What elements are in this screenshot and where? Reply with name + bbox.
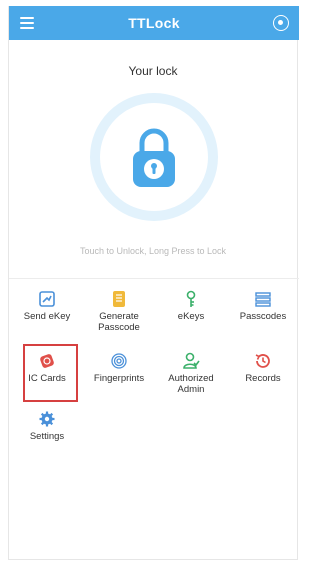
menu-settings[interactable]: Settings bbox=[11, 410, 83, 442]
menu-label: Authorized Admin bbox=[168, 373, 214, 395]
menu-label: Passcodes bbox=[239, 311, 287, 322]
menu-authorized-admin[interactable]: Authorized Admin bbox=[155, 352, 227, 395]
top-bar: TTLock bbox=[9, 6, 299, 40]
authorized-admin-icon bbox=[183, 352, 200, 369]
settings-icon bbox=[39, 411, 55, 427]
menu-label: Generate Passcode bbox=[98, 311, 140, 333]
app-title: TTLock bbox=[128, 15, 180, 31]
unlock-button[interactable] bbox=[90, 93, 218, 221]
app-screen: TTLock Your lock Touch to Unlock, Long P… bbox=[8, 6, 299, 560]
menu-ekeys[interactable]: eKeys bbox=[155, 290, 227, 322]
menu-label: Settings bbox=[29, 431, 65, 442]
fingerprint-icon bbox=[111, 353, 127, 369]
menu-passcodes[interactable]: Passcodes bbox=[227, 290, 299, 322]
ekeys-icon bbox=[186, 290, 196, 307]
menu-records[interactable]: Records bbox=[227, 352, 299, 384]
menu-send-ekey[interactable]: Send eKey bbox=[11, 290, 83, 322]
menu-label: Records bbox=[245, 373, 281, 384]
menu-generate-passcode[interactable]: Generate Passcode bbox=[83, 290, 155, 333]
passcodes-icon bbox=[255, 292, 271, 307]
padlock-icon bbox=[133, 128, 175, 187]
menu-label: Send eKey bbox=[23, 311, 71, 322]
menu-label: Fingerprints bbox=[93, 373, 145, 384]
lock-button-inner bbox=[100, 103, 208, 211]
menu-label: eKeys bbox=[177, 311, 205, 322]
menu-fingerprints[interactable]: Fingerprints bbox=[83, 352, 155, 384]
records-icon bbox=[255, 354, 270, 368]
send-ekey-icon bbox=[39, 291, 55, 307]
ic-cards-highlight bbox=[23, 344, 78, 402]
generate-passcode-icon bbox=[113, 291, 125, 307]
lock-name: Your lock bbox=[128, 64, 178, 78]
divider bbox=[9, 278, 299, 279]
add-lock-icon[interactable] bbox=[273, 15, 289, 31]
lock-hint: Touch to Unlock, Long Press to Lock bbox=[79, 246, 227, 256]
